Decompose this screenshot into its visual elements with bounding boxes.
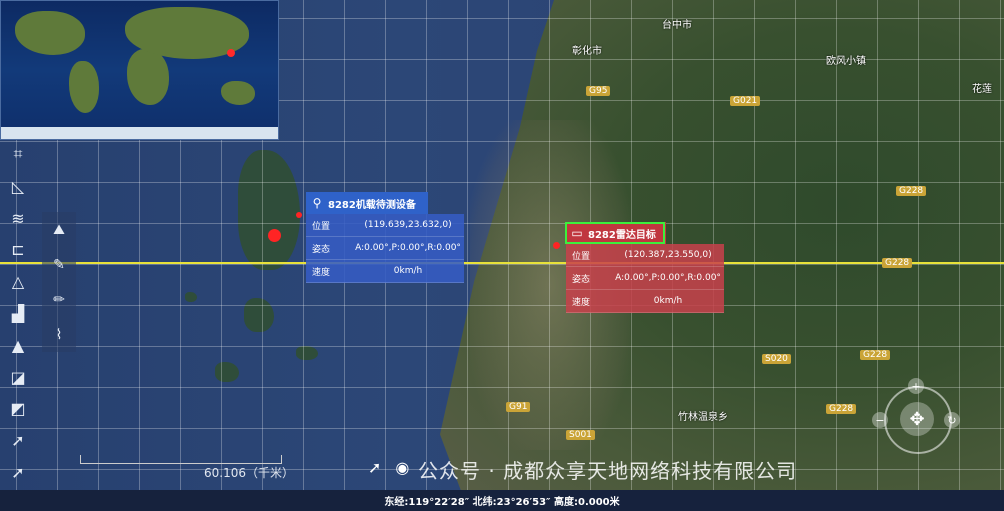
- equipment-popup-body: 位置 (119.639,23.632,0) 姿态 A:0.00°,P:0.00°…: [306, 214, 464, 283]
- info-row: 姿态 A:0.00°,P:0.00°,R:0.00°: [306, 237, 464, 260]
- brush-icon[interactable]: ⌇: [47, 323, 71, 346]
- status-bar: 东经:119°22′28″ 北纬:23°26′53″ 高度:0.000米: [0, 490, 1004, 511]
- australia-landmass: [221, 81, 255, 105]
- radar-marker[interactable]: [553, 242, 560, 249]
- road-label: G95: [586, 86, 611, 96]
- road-label: G228: [882, 258, 913, 268]
- cursor-icon[interactable]: ➚: [5, 429, 31, 452]
- row-label: 姿态: [572, 274, 591, 285]
- row-value: (120.387,23.550,0): [624, 250, 712, 260]
- pan-icon[interactable]: ✥: [900, 402, 934, 436]
- africa-landmass: [127, 49, 169, 105]
- row-value: (119.639,23.632,0): [364, 220, 452, 230]
- place-label: 台中市: [662, 20, 692, 31]
- arrow-icon[interactable]: ▲: [5, 334, 31, 357]
- equipment-marker[interactable]: [268, 229, 281, 242]
- watermark: 公众号 · 成都众享天地网络科技有限公司: [418, 459, 798, 483]
- info-row: 位置 (119.639,23.632,0): [306, 214, 464, 237]
- row-label: 位置: [572, 251, 591, 262]
- location-indicator: [227, 49, 235, 57]
- info-row: 位置 (120.387,23.550,0): [566, 244, 724, 267]
- road-label: G228: [860, 350, 891, 360]
- road-label: S020: [762, 354, 791, 364]
- south-america-landmass: [69, 61, 99, 113]
- row-value: 0km/h: [653, 296, 683, 306]
- ruler-icon[interactable]: ⌗: [5, 143, 31, 166]
- chart-icon[interactable]: ▟: [5, 302, 31, 325]
- road-label: G021: [730, 96, 761, 106]
- wind-icon[interactable]: ≋: [5, 207, 31, 230]
- cursor-alt-icon[interactable]: ➚: [5, 461, 31, 484]
- diagonal-area-icon[interactable]: ◩: [5, 398, 31, 421]
- bracket-icon[interactable]: ⊏: [5, 238, 31, 261]
- antarctica-ice: [1, 127, 278, 139]
- row-value: A:0.00°,P:0.00°,R:0.00°: [615, 273, 721, 283]
- place-label: 竹林温泉乡: [678, 412, 728, 423]
- equipment-title: 8282机载待测设备: [328, 199, 416, 211]
- equipment-popup-header[interactable]: ⚲ 8282机载待测设备: [306, 192, 428, 214]
- row-label: 速度: [572, 297, 591, 308]
- sub-toolbar: ⛰ ✎ ✏ ⌇: [42, 212, 76, 352]
- rotate-button[interactable]: ↻: [944, 412, 960, 428]
- row-label: 速度: [312, 267, 331, 278]
- select-cursor-icon[interactable]: ➚: [368, 458, 381, 477]
- navigation-control: ✥ + − ↻: [872, 378, 962, 478]
- info-row: 姿态 A:0.00°,P:0.00°,R:0.00°: [566, 267, 724, 290]
- zoom-out-button[interactable]: −: [872, 412, 888, 428]
- row-label: 位置: [312, 221, 331, 232]
- coords-readout: 东经:119°22′28″ 北纬:23°26′53″ 高度:0.000米: [384, 497, 620, 508]
- equipment-info-popup: ⚲ 8282机载待测设备 位置 (119.639,23.632,0) 姿态 A:…: [306, 192, 464, 283]
- angle-icon[interactable]: △: [5, 270, 31, 293]
- area-icon[interactable]: ◪: [5, 366, 31, 389]
- row-label: 姿态: [312, 244, 331, 255]
- bottom-tools: ➚ ◉: [368, 458, 409, 477]
- radar-selection-box: [565, 222, 665, 244]
- place-label: 欧风小镇: [826, 56, 866, 67]
- scale-label: 60.106（千米）: [204, 466, 294, 480]
- overview-minimap[interactable]: [0, 0, 279, 140]
- equipment-anchor: [296, 212, 302, 218]
- place-label: 彰化市: [572, 46, 602, 57]
- left-toolbar: ⌗ ◺ ≋ ⊏ △ ▟ ▲ ◪ ◩ ➚ ➚: [0, 140, 36, 490]
- road-label: S001: [566, 430, 595, 440]
- info-row: 速度 0km/h: [306, 260, 464, 283]
- road-label: G91: [506, 402, 531, 412]
- pencil-icon[interactable]: ✏: [47, 288, 71, 311]
- equipment-icon: ⚲: [312, 196, 322, 210]
- latitude-line: [0, 262, 1004, 264]
- info-row: 速度 0km/h: [566, 290, 724, 313]
- scale-bar: [80, 455, 282, 464]
- road-label: G228: [896, 186, 927, 196]
- row-value: 0km/h: [393, 266, 423, 276]
- mountain-icon[interactable]: ⛰: [47, 218, 71, 241]
- triangle-measure-icon[interactable]: ◺: [5, 175, 31, 198]
- zoom-in-button[interactable]: +: [908, 378, 924, 394]
- eye-icon[interactable]: ◉: [395, 458, 409, 477]
- road-label: G228: [826, 404, 857, 414]
- radar-popup-body: 位置 (120.387,23.550,0) 姿态 A:0.00°,P:0.00°…: [566, 244, 724, 313]
- place-label: 花莲: [972, 84, 992, 95]
- pen-icon[interactable]: ✎: [47, 253, 71, 276]
- north-america-landmass: [15, 11, 85, 55]
- row-value: A:0.00°,P:0.00°,R:0.00°: [355, 243, 461, 253]
